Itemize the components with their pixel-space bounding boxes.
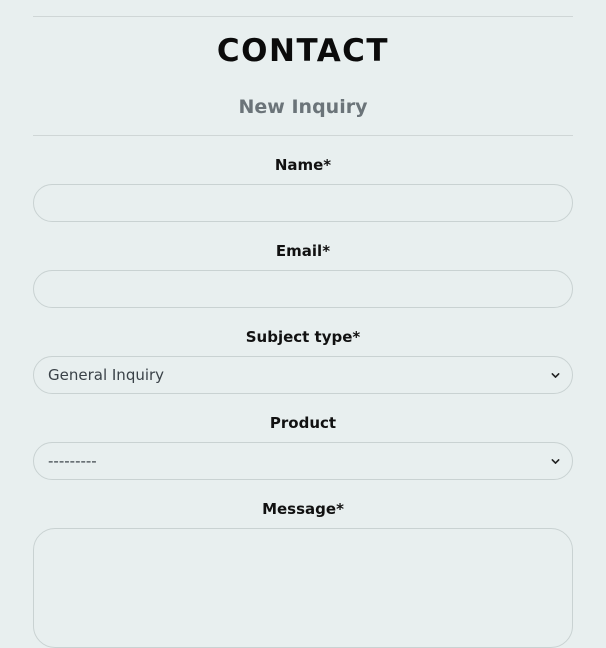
product-select[interactable]: --------- xyxy=(33,442,573,480)
name-input[interactable] xyxy=(33,184,573,222)
top-divider xyxy=(33,16,573,17)
email-input[interactable] xyxy=(33,270,573,308)
page-subtitle: New Inquiry xyxy=(238,96,368,118)
page-title: CONTACT xyxy=(216,33,390,69)
message-textarea[interactable] xyxy=(33,528,573,648)
product-selected-value: --------- xyxy=(48,452,97,470)
subject-type-selected-value: General Inquiry xyxy=(48,366,165,384)
chevron-down-icon xyxy=(551,372,560,378)
name-label: Name* xyxy=(274,156,332,174)
message-label: Message* xyxy=(262,500,344,518)
subject-type-label: Subject type* xyxy=(245,328,361,346)
product-label: Product xyxy=(269,414,337,432)
subject-type-select[interactable]: General Inquiry xyxy=(33,356,573,394)
header-divider xyxy=(33,135,573,136)
chevron-down-icon xyxy=(551,458,560,464)
email-label: Email* xyxy=(275,242,331,260)
